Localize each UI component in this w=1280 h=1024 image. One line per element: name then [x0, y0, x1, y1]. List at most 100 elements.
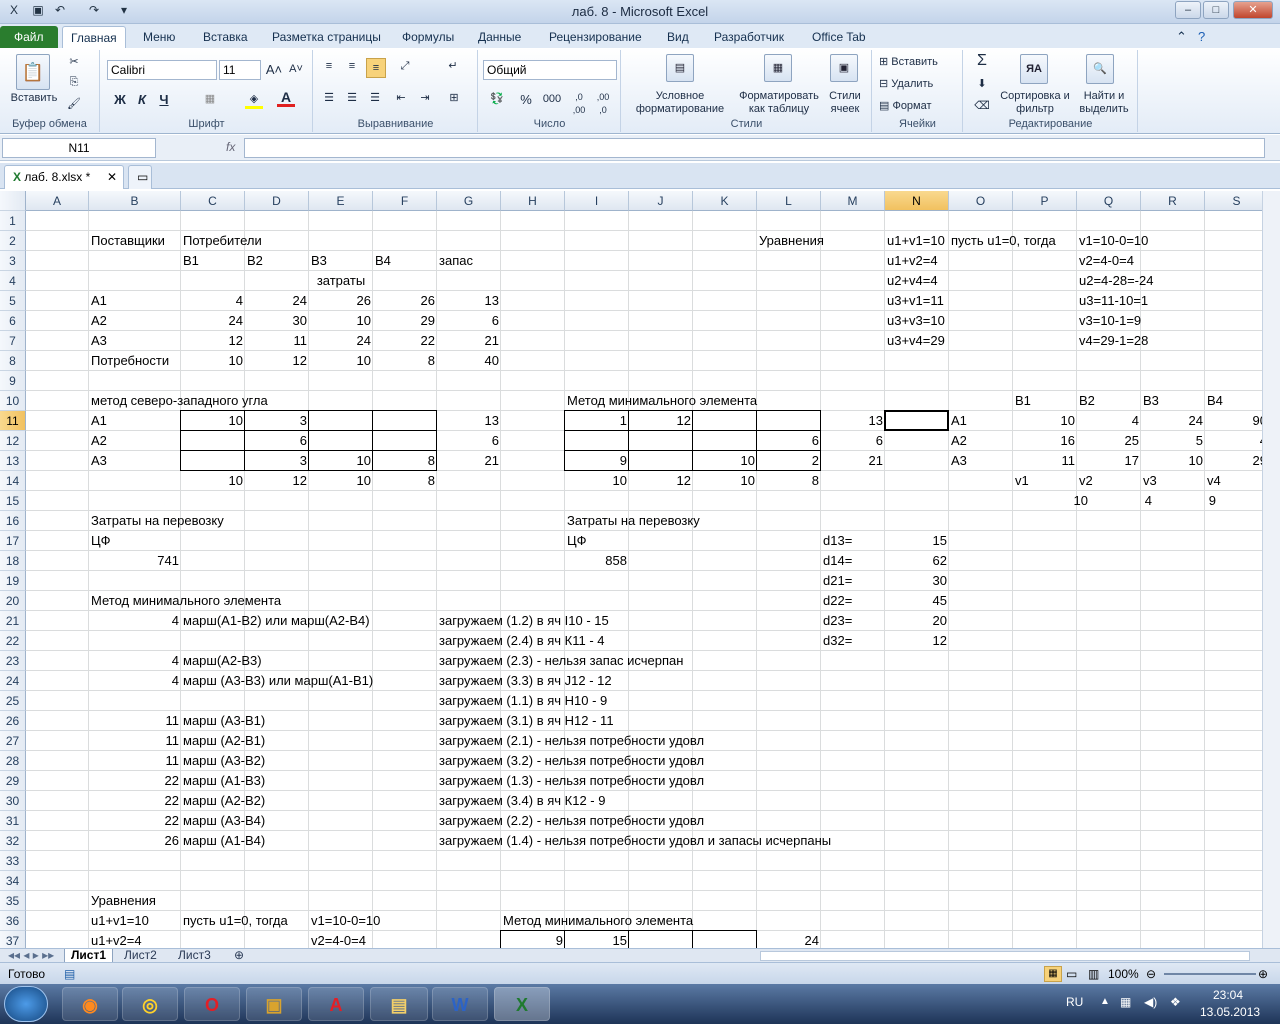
row-header-36[interactable]: 36 — [0, 911, 26, 931]
cell-c30[interactable]: марш (A2-B2) — [181, 791, 267, 811]
cell-r11[interactable]: 24 — [1141, 411, 1205, 431]
cell-n4[interactable]: u2+v4=4 — [885, 271, 940, 291]
column-header-a[interactable]: A — [26, 191, 89, 211]
decrease-indent-icon[interactable]: ⇤ — [392, 92, 410, 105]
row-header-4[interactable]: 4 — [0, 271, 26, 291]
row-header-28[interactable]: 28 — [0, 751, 26, 771]
cell-c29[interactable]: марш (A1-B3) — [181, 771, 267, 791]
tab-data[interactable]: Данные — [470, 26, 529, 48]
find-select-icon[interactable]: 🔍 — [1086, 54, 1114, 84]
cell-f13[interactable]: 8 — [373, 451, 437, 471]
start-button[interactable] — [4, 986, 48, 1022]
cell-p10[interactable]: B1 — [1013, 391, 1033, 411]
row-header-14[interactable]: 14 — [0, 471, 26, 491]
cell-p13[interactable]: 11 — [1013, 451, 1077, 471]
tab-file[interactable]: Файл — [0, 26, 58, 48]
cell-g8[interactable]: 40 — [437, 351, 501, 371]
cell-b23[interactable]: 4 — [89, 651, 181, 671]
cell-styles-icon[interactable]: ▣ — [830, 54, 858, 82]
underline-button[interactable]: Ч — [157, 93, 171, 106]
column-header-l[interactable]: L — [757, 191, 821, 211]
row-header-20[interactable]: 20 — [0, 591, 26, 611]
cell-r12[interactable]: 5 — [1141, 431, 1205, 451]
cell-o2[interactable]: пусть u1=0, тогда — [949, 231, 1058, 251]
cell-f8[interactable]: 8 — [373, 351, 437, 371]
cell-q12[interactable]: 25 — [1077, 431, 1141, 451]
conditional-format-button[interactable]: Условное форматирование — [624, 90, 736, 116]
row-header-2[interactable]: 2 — [0, 231, 26, 251]
new-doc-tab-icon[interactable]: ▭ — [128, 165, 152, 189]
cell-c26[interactable]: марш (A3-B1) — [181, 711, 267, 731]
sheet-tab-3[interactable]: Лист3 — [172, 949, 217, 963]
explorer-icon[interactable]: ▤ — [370, 987, 428, 1021]
pdf-icon[interactable]: A — [308, 987, 364, 1021]
cell-s11[interactable]: 90 — [1205, 411, 1262, 431]
cell-d13[interactable]: 3 — [245, 451, 309, 471]
percent-button[interactable]: % — [519, 93, 533, 106]
cell-d11[interactable]: 3 — [245, 411, 309, 431]
row-header-6[interactable]: 6 — [0, 311, 26, 331]
row-header-5[interactable]: 5 — [0, 291, 26, 311]
cell-b11[interactable]: A1 — [89, 411, 109, 431]
format-as-table-button[interactable]: Форматировать как таблицу — [734, 90, 824, 116]
tab-office-tab[interactable]: Office Tab — [804, 26, 874, 48]
cell-n17[interactable]: 15 — [885, 531, 949, 551]
row-header-29[interactable]: 29 — [0, 771, 26, 791]
sort-filter-button[interactable]: Сортировка и фильтр — [1000, 90, 1070, 116]
cell-i16[interactable]: Затраты на перевозку — [565, 511, 702, 531]
sort-filter-icon[interactable]: ЯА — [1020, 54, 1048, 84]
cell-c21[interactable]: марш(A1-B2) или марш(A2-B4) — [181, 611, 372, 631]
cell-g28[interactable]: загружаем (3.2) - нельзя потребности удо… — [437, 751, 706, 771]
dropbox-icon[interactable]: ❖ — [1170, 995, 1181, 1009]
page-break-view-icon[interactable]: ▥ — [1088, 963, 1099, 985]
tab-developer[interactable]: Разработчик — [706, 26, 792, 48]
cell-c23[interactable]: марш(A2-B3) — [181, 651, 264, 671]
column-header-i[interactable]: I — [565, 191, 629, 211]
language-indicator[interactable]: RU — [1066, 995, 1083, 1009]
cell-s15[interactable]: 2 — [1218, 491, 1262, 511]
row-header-27[interactable]: 27 — [0, 731, 26, 751]
archive-icon[interactable]: ▣ — [246, 987, 302, 1021]
insert-cells-button[interactable]: ⊞ Вставить — [879, 56, 957, 69]
cell-f14[interactable]: 8 — [373, 471, 437, 491]
cell-e7[interactable]: 24 — [309, 331, 373, 351]
cell-n21[interactable]: 20 — [885, 611, 949, 631]
selected-cell[interactable] — [884, 410, 949, 431]
cell-d7[interactable]: 11 — [245, 331, 309, 351]
cell-g3[interactable]: запас — [437, 251, 475, 271]
column-header-d[interactable]: D — [245, 191, 309, 211]
cell-i10[interactable]: Метод минимального элемента — [565, 391, 759, 411]
cell-s13[interactable]: 29 — [1205, 451, 1262, 471]
cell-h36[interactable]: Метод минимального элемента — [501, 911, 695, 931]
cell-c11[interactable]: 10 — [181, 411, 245, 431]
orientation-icon[interactable]: ⤢ — [394, 60, 416, 73]
row-header-8[interactable]: 8 — [0, 351, 26, 371]
cell-m12[interactable]: 6 — [821, 431, 885, 451]
close-button[interactable]: ✕ — [1233, 1, 1273, 19]
word-icon[interactable]: W — [432, 987, 488, 1021]
format-painter-icon[interactable]: 🖌 — [66, 98, 82, 111]
delete-cells-button[interactable]: ⊟ Удалить — [879, 78, 957, 91]
formula-input[interactable] — [244, 138, 1265, 158]
cell-e37[interactable]: v2=4-0=4 — [309, 931, 368, 948]
cell-o13[interactable]: A3 — [949, 451, 969, 471]
cell-q10[interactable]: B2 — [1077, 391, 1097, 411]
cell-p12[interactable]: 16 — [1013, 431, 1077, 451]
cell-g5[interactable]: 13 — [437, 291, 501, 311]
cell-b16[interactable]: Затраты на перевозку — [89, 511, 226, 531]
row-header-3[interactable]: 3 — [0, 251, 26, 271]
cell-j11[interactable]: 12 — [629, 411, 693, 431]
tab-home[interactable]: Главная — [62, 26, 126, 48]
cell-p11[interactable]: 10 — [1013, 411, 1077, 431]
cell-n7[interactable]: u3+v4=29 — [885, 331, 947, 351]
align-right-icon[interactable]: ☰ — [366, 92, 384, 105]
cell-styles-button[interactable]: Стили ячеек — [822, 90, 868, 116]
select-all-corner[interactable] — [0, 191, 26, 211]
cell-c8[interactable]: 10 — [181, 351, 245, 371]
cell-i11[interactable]: 1 — [565, 411, 629, 431]
cell-i18[interactable]: 858 — [565, 551, 629, 571]
network-icon[interactable]: ▦ — [1120, 995, 1131, 1009]
copy-icon[interactable]: ⎘ — [66, 76, 82, 89]
cell-b26[interactable]: 11 — [89, 711, 181, 731]
row-header-33[interactable]: 33 — [0, 851, 26, 871]
